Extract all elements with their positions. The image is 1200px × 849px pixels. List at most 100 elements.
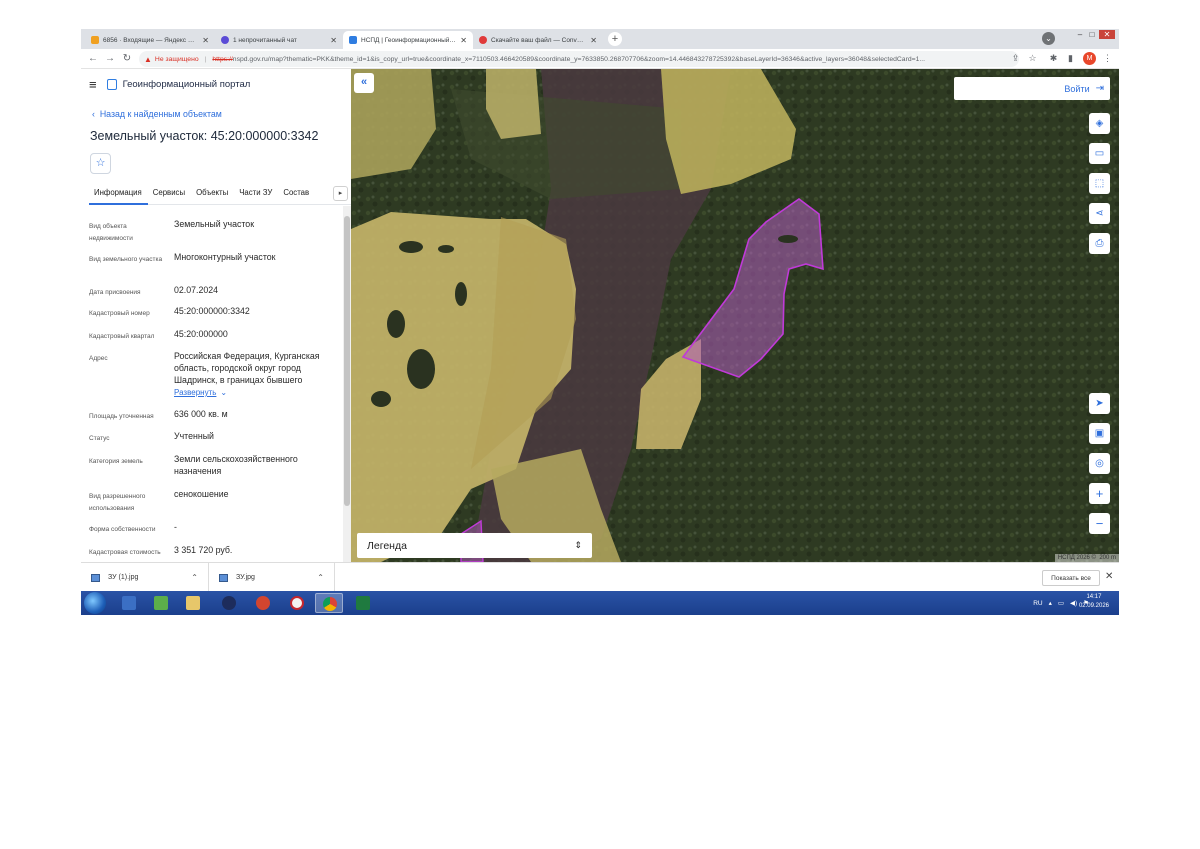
yandex-mail-icon xyxy=(91,36,99,44)
map-attribution: НСПД 2026 © 200 m xyxy=(1054,554,1119,562)
legend-dropdown[interactable]: Легенда ⇕ xyxy=(357,533,592,558)
minimize-icon[interactable]: – xyxy=(1075,30,1085,39)
portal-title: Геоинформационный портал xyxy=(122,78,251,90)
language-indicator[interactable]: RU xyxy=(1033,600,1042,607)
login-button[interactable]: Войти ⇥ xyxy=(954,77,1110,100)
maximize-icon[interactable]: □ xyxy=(1087,30,1097,39)
forward-arrow-icon[interactable]: → xyxy=(103,52,117,66)
windows-taskbar: RU ▴ ▭ ◀) ⚑ 14:17 02.09.2026 xyxy=(81,591,1119,615)
tab-search-icon[interactable]: ⌄ xyxy=(1042,32,1055,45)
close-icon[interactable]: ✕ xyxy=(202,36,209,45)
tab-convertio[interactable]: Скачайте ваш файл — Convertio ✕ xyxy=(473,31,603,49)
share-page-icon[interactable]: ⇪ xyxy=(1009,52,1022,65)
tab-yandex-mail[interactable]: 6856 · Входящие — Яндекс Почта ✕ xyxy=(85,31,215,49)
taskbar-app[interactable] xyxy=(147,593,175,613)
profile-avatar[interactable]: М xyxy=(1083,52,1096,65)
tab-parcel-parts[interactable]: Части ЗУ xyxy=(234,183,278,205)
url-scheme: https:// xyxy=(212,55,233,63)
excel-icon xyxy=(356,596,370,610)
ccleaner-icon xyxy=(290,596,304,610)
info-tabs: Информация Сервисы Объекты Части ЗУ Сост… xyxy=(89,183,351,205)
portal-header: ≡ Геоинформационный портал xyxy=(89,76,250,92)
chat-icon xyxy=(221,36,229,44)
expand-address[interactable]: Развернуть ⌄ xyxy=(174,388,227,397)
tab-title: Скачайте ваш файл — Convertio xyxy=(491,36,587,44)
tab-objects[interactable]: Объекты xyxy=(191,183,234,205)
print-icon[interactable]: ⎙ xyxy=(1089,233,1110,254)
back-to-results-link[interactable]: ‹ Назад к найденным объектам xyxy=(92,109,222,119)
page-title: Земельный участок: 45:20:000000:3342 xyxy=(90,129,319,143)
address-bar[interactable]: ▲ Не защищено | https:// nspd.gov.ru/map… xyxy=(139,51,1019,67)
layers-icon[interactable]: ◈ xyxy=(1089,113,1110,134)
close-icon[interactable]: ✕ xyxy=(330,36,337,45)
zoom-in-icon[interactable]: + xyxy=(1089,483,1110,504)
tab-services[interactable]: Сервисы xyxy=(148,183,191,205)
chrome-icon xyxy=(323,597,337,611)
expand-link[interactable]: Развернуть xyxy=(174,388,216,397)
tracking-icon[interactable]: ◎ xyxy=(1089,453,1110,474)
taskbar-app[interactable] xyxy=(215,593,243,613)
sidepanel-icon[interactable]: ▮ xyxy=(1064,52,1077,65)
download-filename: ЗУ (1).jpg xyxy=(108,574,139,581)
ruler-icon[interactable]: ▭ xyxy=(1089,143,1110,164)
expand-collapse-icon: ⇕ xyxy=(574,540,582,550)
close-icon[interactable]: ✕ xyxy=(1105,571,1113,582)
taskbar-app[interactable] xyxy=(115,593,143,613)
clock[interactable]: 14:17 02.09.2026 xyxy=(1079,593,1109,611)
download-bar: ЗУ (1).jpg ⌃ ЗУ.jpg ⌃ Показать все ✕ xyxy=(81,562,1119,592)
close-icon[interactable]: ✕ xyxy=(460,36,467,45)
share-icon[interactable]: ⋖ xyxy=(1089,203,1110,224)
browser-window: 6856 · Входящие — Яндекс Почта ✕ 1 непро… xyxy=(81,29,1119,615)
taskbar-app[interactable] xyxy=(315,593,343,613)
new-tab-button[interactable]: + xyxy=(608,32,622,46)
tray-arrow-icon[interactable]: ▴ xyxy=(1049,599,1052,607)
taskbar-app[interactable] xyxy=(349,593,377,613)
panel-scrollbar[interactable] xyxy=(343,206,351,562)
portal-logo-icon xyxy=(106,78,117,90)
download-item[interactable]: ЗУ (1).jpg ⌃ xyxy=(81,563,209,592)
tab-chat[interactable]: 1 непрочитанный чат ✕ xyxy=(215,31,343,49)
tab-information[interactable]: Информация xyxy=(89,183,148,205)
menu-dots-icon[interactable]: ⋮ xyxy=(1101,52,1114,65)
taskbar-app[interactable] xyxy=(179,593,207,613)
satellite-map[interactable]: « Войти ⇥ ◈ ▭ ⬚ ⋖ ⎙ ➤ ▣ ◎ + − Легенда ⇕ … xyxy=(351,69,1119,562)
network-icon[interactable]: ▭ xyxy=(1058,599,1064,607)
locate-icon[interactable]: ➤ xyxy=(1089,393,1110,414)
select-area-icon[interactable]: ⬚ xyxy=(1089,173,1110,194)
vpn-lock-icon xyxy=(222,596,236,610)
scrollbar-thumb[interactable] xyxy=(344,216,350,506)
back-link-label: Назад к найденным объектам xyxy=(99,109,222,119)
screenshot-icon[interactable]: ▣ xyxy=(1089,423,1110,444)
taskbar-app[interactable] xyxy=(283,593,311,613)
bookmark-star-icon[interactable]: ☆ xyxy=(1026,52,1039,65)
volume-icon[interactable]: ◀) xyxy=(1070,599,1077,607)
login-label: Войти xyxy=(1064,83,1090,94)
chevron-up-icon[interactable]: ⌃ xyxy=(317,573,324,582)
favorite-star-button[interactable]: ☆ xyxy=(90,153,111,174)
zoom-out-icon[interactable]: − xyxy=(1089,513,1110,534)
hamburger-menu-icon[interactable]: ≡ xyxy=(89,77,97,92)
convertio-icon xyxy=(479,36,487,44)
chevron-up-icon[interactable]: ⌃ xyxy=(191,573,198,582)
yandex-browser-icon xyxy=(256,596,270,610)
close-window-icon[interactable]: ✕ xyxy=(1099,30,1115,39)
taskbar-app[interactable] xyxy=(249,593,277,613)
close-icon[interactable]: ✕ xyxy=(590,36,597,45)
download-item[interactable]: ЗУ.jpg ⌃ xyxy=(209,563,335,592)
page-content: ≡ Геоинформационный портал ‹ Назад к най… xyxy=(81,69,1119,562)
collapse-panel-button[interactable]: « xyxy=(354,73,374,93)
window-controls: – □ ✕ xyxy=(1075,30,1115,39)
tab-composition[interactable]: Состав xyxy=(278,183,315,205)
extensions-icon[interactable]: ✱ xyxy=(1047,52,1060,65)
login-icon: ⇥ xyxy=(1095,83,1104,94)
tab-title: 6856 · Входящие — Яндекс Почта xyxy=(103,36,199,44)
tab-nspd[interactable]: НСПД | Геоинформационный портал ✕ xyxy=(343,31,473,49)
show-all-downloads-button[interactable]: Показать все xyxy=(1042,570,1100,586)
start-button[interactable] xyxy=(84,592,106,614)
chevron-left-icon: ‹ xyxy=(92,109,95,119)
object-info-panel: ≡ Геоинформационный портал ‹ Назад к най… xyxy=(81,69,351,562)
tabs-scroll-right-icon[interactable]: ▸ xyxy=(333,186,348,201)
browser-toolbar: ← → ↻ ▲ Не защищено | https:// nspd.gov.… xyxy=(81,49,1119,69)
reload-icon[interactable]: ↻ xyxy=(120,52,134,66)
back-arrow-icon[interactable]: ← xyxy=(86,52,100,66)
